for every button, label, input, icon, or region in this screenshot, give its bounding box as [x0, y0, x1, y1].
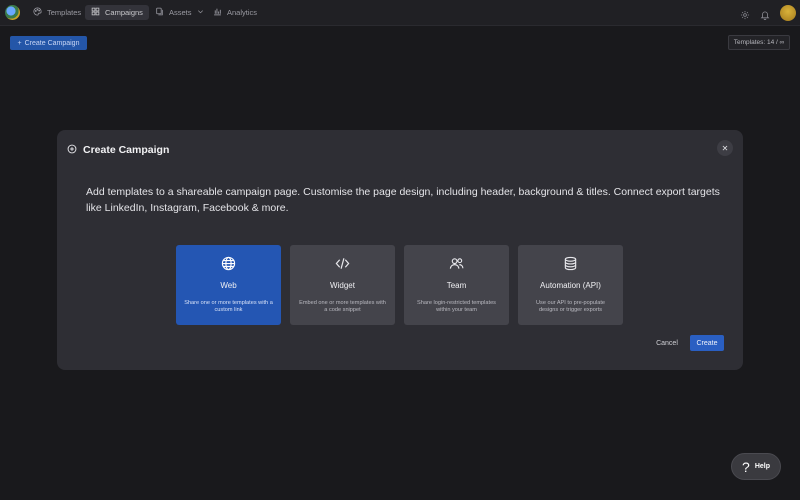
option-web[interactable]: Web Share one or more templates with a c…: [176, 245, 281, 325]
create-button[interactable]: Create: [690, 335, 724, 351]
option-subtitle: Share one or more templates with a custo…: [184, 300, 273, 313]
chevron-down-icon: [197, 8, 204, 17]
cancel-button[interactable]: Cancel: [649, 336, 685, 350]
nav-item-assets[interactable]: Assets: [149, 5, 210, 20]
modal-title: Create Campaign: [83, 144, 170, 156]
modal-description: Add templates to a shareable campaign pa…: [86, 186, 720, 214]
option-subtitle: Share login-restricted templates within …: [417, 300, 496, 313]
option-automation-api[interactable]: Automation (API) Use our API to pre-popu…: [518, 245, 623, 325]
database-icon: [518, 256, 623, 271]
top-nav-bar: Templates Campaigns Assets Analytics: [0, 0, 800, 26]
close-icon: ✕: [721, 143, 729, 153]
gear-icon[interactable]: [740, 7, 750, 20]
plus-circle-icon: [67, 141, 77, 159]
avatar[interactable]: [780, 5, 796, 21]
create-campaign-button[interactable]: + Create Campaign: [10, 36, 87, 50]
create-campaign-label: Create Campaign: [24, 39, 80, 47]
assets-icon: [155, 7, 164, 18]
option-team[interactable]: Team Share login-restricted templates wi…: [404, 245, 509, 325]
bell-icon[interactable]: [760, 7, 770, 21]
option-subtitle: Use our API to pre-populate designs or t…: [535, 300, 606, 313]
option-title: Web: [220, 281, 237, 290]
option-title: Team: [446, 281, 467, 290]
close-button[interactable]: ✕: [717, 140, 733, 156]
templates-count-text: Templates: 14 / ∞: [733, 39, 785, 46]
create-campaign-modal: Create Campaign ✕ Add templates to a sha…: [57, 130, 743, 370]
help-button[interactable]: ? Help: [731, 453, 781, 480]
modal-header: Create Campaign: [67, 141, 169, 159]
palette-icon: [33, 7, 42, 18]
chart-icon: [213, 7, 222, 18]
nav-item-label: Assets: [169, 8, 192, 17]
help-label: Help: [754, 463, 770, 470]
campaign-type-options: Web Share one or more templates with a c…: [176, 245, 623, 325]
option-subtitle: Embed one or more templates with a code …: [299, 300, 386, 313]
nav-item-templates[interactable]: Templates: [27, 5, 87, 20]
grid-icon: [91, 7, 100, 18]
option-widget[interactable]: Widget Embed one or more templates with …: [290, 245, 395, 325]
option-title: Automation (API): [540, 281, 601, 290]
option-title: Widget: [330, 281, 355, 290]
nav-item-label: Templates: [47, 8, 82, 17]
nav-item-campaigns[interactable]: Campaigns: [85, 5, 149, 20]
app-logo[interactable]: [5, 5, 20, 20]
plus-icon: +: [17, 39, 22, 47]
nav-item-analytics[interactable]: Analytics: [207, 5, 263, 20]
code-icon: [290, 256, 395, 271]
templates-count-badge[interactable]: Templates: 14 / ∞: [728, 35, 790, 50]
nav-item-label: Campaigns: [105, 8, 143, 17]
question-mark-icon: ?: [742, 458, 750, 475]
users-icon: [404, 256, 509, 271]
nav-item-label: Analytics: [227, 8, 258, 17]
globe-icon: [176, 256, 281, 271]
